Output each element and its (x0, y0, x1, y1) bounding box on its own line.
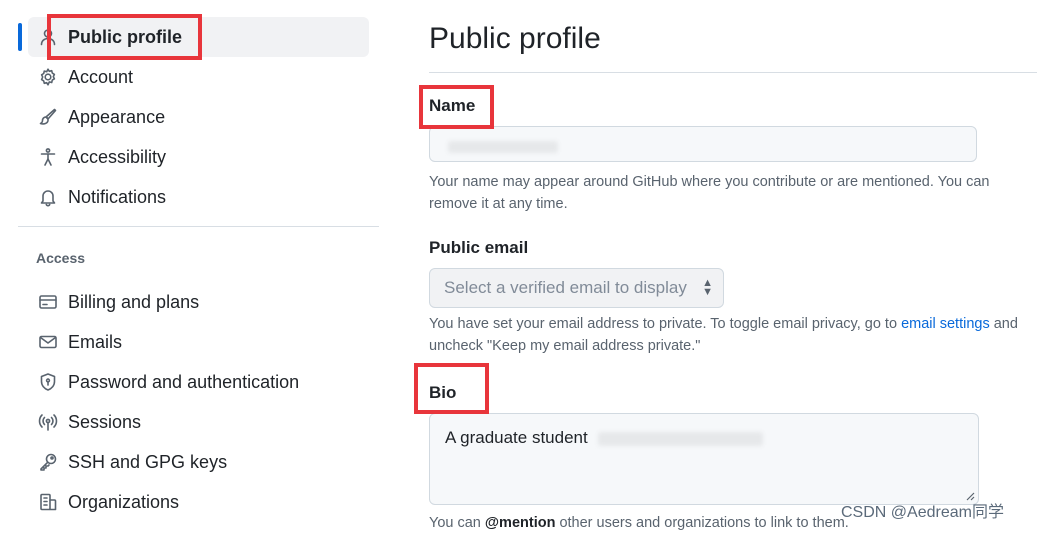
public-email-select-value: Select a verified email to display (444, 278, 687, 297)
sidebar-item-public-profile[interactable]: Public profile (28, 17, 369, 57)
sidebar-item-label: Emails (68, 331, 123, 352)
mail-icon (37, 331, 59, 353)
mention-text: @mention (484, 515, 556, 531)
help-text-part: You can (429, 515, 485, 531)
sidebar-item-accessibility[interactable]: Accessibility (28, 137, 369, 177)
sidebar-item-ssh-gpg[interactable]: SSH and GPG keys (28, 442, 369, 482)
title-divider (429, 72, 1037, 73)
organization-icon (37, 491, 59, 513)
sidebar-item-sessions[interactable]: Sessions (28, 402, 369, 442)
help-text-part: You have set your email address to priva… (429, 316, 902, 332)
sidebar-item-label: Organizations (68, 491, 180, 512)
accessibility-icon (37, 146, 59, 168)
name-label: Name (429, 96, 476, 115)
sidebar-item-account[interactable]: Account (28, 57, 369, 97)
credit-card-icon (37, 291, 59, 313)
sidebar-item-label: Password and authentication (68, 371, 300, 392)
sidebar-item-label: Account (68, 66, 134, 87)
sidebar-item-label: Sessions (68, 411, 142, 432)
settings-sidebar: Public profile Account Appearance Access… (0, 0, 380, 528)
page-title: Public profile (429, 22, 601, 55)
bio-value: A graduate student (445, 428, 588, 447)
sidebar-item-emails[interactable]: Emails (28, 322, 369, 362)
sidebar-item-appearance[interactable]: Appearance (28, 97, 369, 137)
redacted-bio (598, 432, 763, 446)
bio-textarea[interactable]: A graduate student (429, 413, 979, 505)
paintbrush-icon (37, 106, 59, 128)
help-text-part: other users and organizations to link to… (555, 515, 849, 531)
person-icon (37, 26, 59, 48)
shield-lock-icon (37, 371, 59, 393)
gear-icon (37, 66, 59, 88)
sidebar-item-password[interactable]: Password and authentication (28, 362, 369, 402)
active-indicator (18, 23, 22, 51)
name-help-text: Your name may appear around GitHub where… (429, 174, 990, 212)
sidebar-item-label: Appearance (68, 106, 166, 127)
bio-label: Bio (429, 383, 457, 402)
sidebar-item-billing[interactable]: Billing and plans (28, 282, 369, 322)
watermark: CSDN @Aedream同学 (841, 504, 1004, 521)
sidebar-item-label: Billing and plans (68, 291, 200, 312)
bell-icon (37, 186, 59, 208)
sidebar-item-label: SSH and GPG keys (68, 451, 228, 472)
sidebar-item-organizations[interactable]: Organizations (28, 482, 369, 522)
sidebar-item-notifications[interactable]: Notifications (28, 177, 369, 217)
email-settings-link[interactable]: email settings (901, 316, 990, 332)
key-icon (37, 451, 59, 473)
sidebar-item-label: Public profile (68, 26, 183, 47)
select-arrows-icon: ▲ ▼ (702, 277, 713, 298)
profile-form: Public profile Name Your name may appear… (429, 0, 1037, 531)
public-email-help-text: You have set your email address to priva… (429, 313, 1029, 357)
broadcast-icon (37, 411, 59, 433)
sidebar-item-label: Notifications (68, 186, 167, 207)
sidebar-section-heading: Access (36, 250, 86, 266)
redacted-name (448, 141, 558, 153)
sidebar-item-label: Accessibility (68, 146, 167, 167)
sidebar-divider (18, 226, 379, 227)
public-email-select[interactable]: Select a verified email to display ▲ ▼ (429, 268, 724, 308)
public-email-label: Public email (429, 238, 529, 257)
name-input[interactable] (429, 126, 977, 162)
